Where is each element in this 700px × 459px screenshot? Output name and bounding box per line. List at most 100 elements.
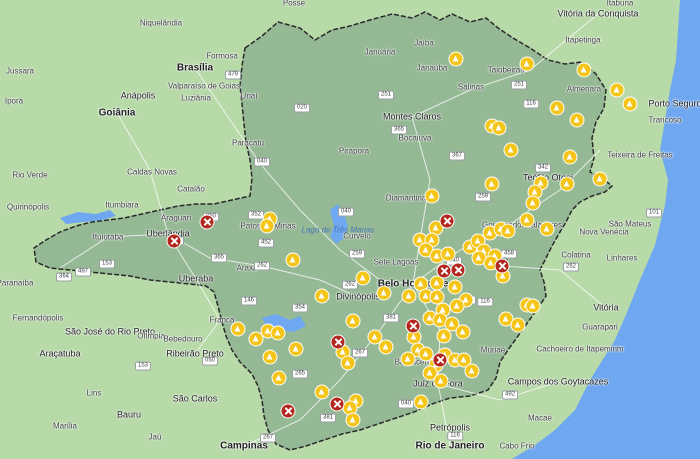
city-label[interactable]: Unaí bbox=[241, 92, 258, 101]
warning-marker-icon[interactable] bbox=[485, 177, 499, 191]
city-label[interactable]: Paracatu bbox=[232, 139, 264, 148]
city-label[interactable]: Porto Seguro bbox=[648, 99, 700, 109]
city-label[interactable]: Rio de Janeiro bbox=[416, 441, 485, 451]
warning-marker-icon[interactable] bbox=[441, 247, 455, 261]
city-label[interactable]: Olímpia bbox=[137, 332, 165, 341]
city-label[interactable]: Araçatuba bbox=[39, 349, 80, 359]
warning-marker-icon[interactable] bbox=[430, 290, 444, 304]
warning-marker-icon[interactable] bbox=[570, 113, 584, 127]
city-label[interactable]: Sete Lagoas bbox=[374, 258, 419, 267]
city-label[interactable]: Araguari bbox=[161, 214, 191, 223]
city-label[interactable]: Fernandópolis bbox=[13, 314, 64, 323]
warning-marker-icon[interactable] bbox=[610, 83, 624, 97]
city-label[interactable]: Luziânia bbox=[181, 94, 211, 103]
warning-marker-icon[interactable] bbox=[271, 326, 285, 340]
city-label[interactable]: Niquelândia bbox=[140, 19, 182, 28]
warning-marker-icon[interactable] bbox=[501, 224, 515, 238]
city-label[interactable]: Franca bbox=[210, 316, 235, 325]
map-canvas[interactable]: Brasília Goiânia Anápolis Uberlândia Uberaba… bbox=[0, 0, 700, 459]
city-label[interactable]: Campos dos Goytacazes bbox=[508, 377, 609, 387]
warning-marker-icon[interactable] bbox=[377, 286, 391, 300]
warning-marker-icon[interactable] bbox=[419, 347, 433, 361]
city-label[interactable]: Trancoso bbox=[648, 116, 681, 125]
city-label[interactable]: Jaíba bbox=[414, 39, 434, 48]
road-closed-marker-icon[interactable] bbox=[495, 259, 509, 273]
warning-marker-icon[interactable] bbox=[346, 413, 360, 427]
warning-marker-icon[interactable] bbox=[540, 222, 554, 236]
city-label[interactable]: São Carlos bbox=[173, 394, 218, 404]
city-label[interactable]: Pirapora bbox=[339, 147, 369, 156]
warning-marker-icon[interactable] bbox=[526, 299, 540, 313]
warning-marker-icon[interactable] bbox=[456, 325, 470, 339]
city-label[interactable]: Valparaíso de Goiás bbox=[168, 82, 240, 91]
city-label[interactable]: Formosa bbox=[206, 52, 238, 61]
city-label[interactable]: Iporá bbox=[5, 97, 23, 106]
warning-marker-icon[interactable] bbox=[368, 330, 382, 344]
warning-marker-icon[interactable] bbox=[563, 150, 577, 164]
city-label[interactable]: Brasília bbox=[177, 63, 213, 73]
warning-marker-icon[interactable] bbox=[504, 143, 518, 157]
warning-marker-icon[interactable] bbox=[449, 52, 463, 66]
warning-marker-icon[interactable] bbox=[315, 385, 329, 399]
city-label[interactable]: Caldas Novas bbox=[127, 168, 177, 177]
warning-marker-icon[interactable] bbox=[465, 364, 479, 378]
road-closed-marker-icon[interactable] bbox=[200, 215, 214, 229]
city-label[interactable]: Montes Claros bbox=[383, 112, 441, 122]
warning-marker-icon[interactable] bbox=[343, 401, 357, 415]
warning-marker-icon[interactable] bbox=[260, 219, 274, 233]
city-label[interactable]: Posse bbox=[283, 0, 305, 8]
warning-marker-icon[interactable] bbox=[356, 271, 370, 285]
warning-marker-icon[interactable] bbox=[341, 356, 355, 370]
city-label[interactable]: Jussara bbox=[6, 67, 34, 76]
city-label[interactable]: Muriaé bbox=[481, 346, 505, 355]
city-label[interactable]: Vitória da Conquista bbox=[558, 9, 639, 19]
warning-marker-icon[interactable] bbox=[520, 213, 534, 227]
city-label[interactable]: Lins bbox=[87, 389, 102, 398]
city-label[interactable]: Bebedouro bbox=[163, 335, 202, 344]
road-closed-marker-icon[interactable] bbox=[330, 397, 344, 411]
warning-marker-icon[interactable] bbox=[286, 253, 300, 267]
warning-marker-icon[interactable] bbox=[448, 280, 462, 294]
warning-marker-icon[interactable] bbox=[379, 340, 393, 354]
warning-marker-icon[interactable] bbox=[450, 299, 464, 313]
warning-marker-icon[interactable] bbox=[425, 189, 439, 203]
city-label[interactable]: Colatina bbox=[561, 251, 590, 260]
city-label[interactable]: Salinas bbox=[458, 83, 484, 92]
road-closed-marker-icon[interactable] bbox=[167, 234, 181, 248]
warning-marker-icon[interactable] bbox=[560, 177, 574, 191]
road-closed-marker-icon[interactable] bbox=[433, 353, 447, 367]
city-label[interactable]: Campinas bbox=[220, 441, 268, 451]
warning-marker-icon[interactable] bbox=[434, 374, 448, 388]
city-label[interactable]: Jaú bbox=[149, 433, 162, 442]
city-label[interactable]: Goiânia bbox=[99, 108, 136, 118]
city-label[interactable]: Janaúba bbox=[417, 64, 448, 73]
city-label[interactable]: Divinópolis bbox=[336, 292, 380, 302]
warning-marker-icon[interactable] bbox=[550, 101, 564, 115]
warning-marker-icon[interactable] bbox=[577, 63, 591, 77]
city-label[interactable]: Linhares bbox=[607, 254, 638, 263]
road-closed-marker-icon[interactable] bbox=[331, 335, 345, 349]
warning-marker-icon[interactable] bbox=[492, 121, 506, 135]
city-label[interactable]: Itapetinga bbox=[565, 36, 600, 45]
road-closed-marker-icon[interactable] bbox=[281, 404, 295, 418]
warning-marker-icon[interactable] bbox=[414, 395, 428, 409]
city-label[interactable]: Paranaíba bbox=[0, 279, 33, 288]
city-label[interactable]: Guarapari bbox=[582, 323, 618, 332]
warning-marker-icon[interactable] bbox=[526, 196, 540, 210]
city-label[interactable]: Uberaba bbox=[179, 274, 214, 284]
city-label[interactable]: Cabo Frio bbox=[499, 442, 534, 451]
city-label[interactable]: Ituiutaba bbox=[93, 233, 124, 242]
warning-marker-icon[interactable] bbox=[520, 57, 534, 71]
warning-marker-icon[interactable] bbox=[263, 350, 277, 364]
city-label[interactable]: Bauru bbox=[117, 410, 141, 420]
road-closed-marker-icon[interactable] bbox=[406, 319, 420, 333]
road-closed-marker-icon[interactable] bbox=[440, 214, 454, 228]
city-label[interactable]: Diamantina bbox=[386, 194, 426, 203]
warning-marker-icon[interactable] bbox=[402, 289, 416, 303]
city-label[interactable]: Teixeira de Freitas bbox=[607, 151, 672, 160]
warning-marker-icon[interactable] bbox=[231, 322, 245, 336]
warning-marker-icon[interactable] bbox=[430, 276, 444, 290]
warning-marker-icon[interactable] bbox=[623, 97, 637, 111]
warning-marker-icon[interactable] bbox=[249, 332, 263, 346]
city-label[interactable]: Marília bbox=[53, 422, 77, 431]
